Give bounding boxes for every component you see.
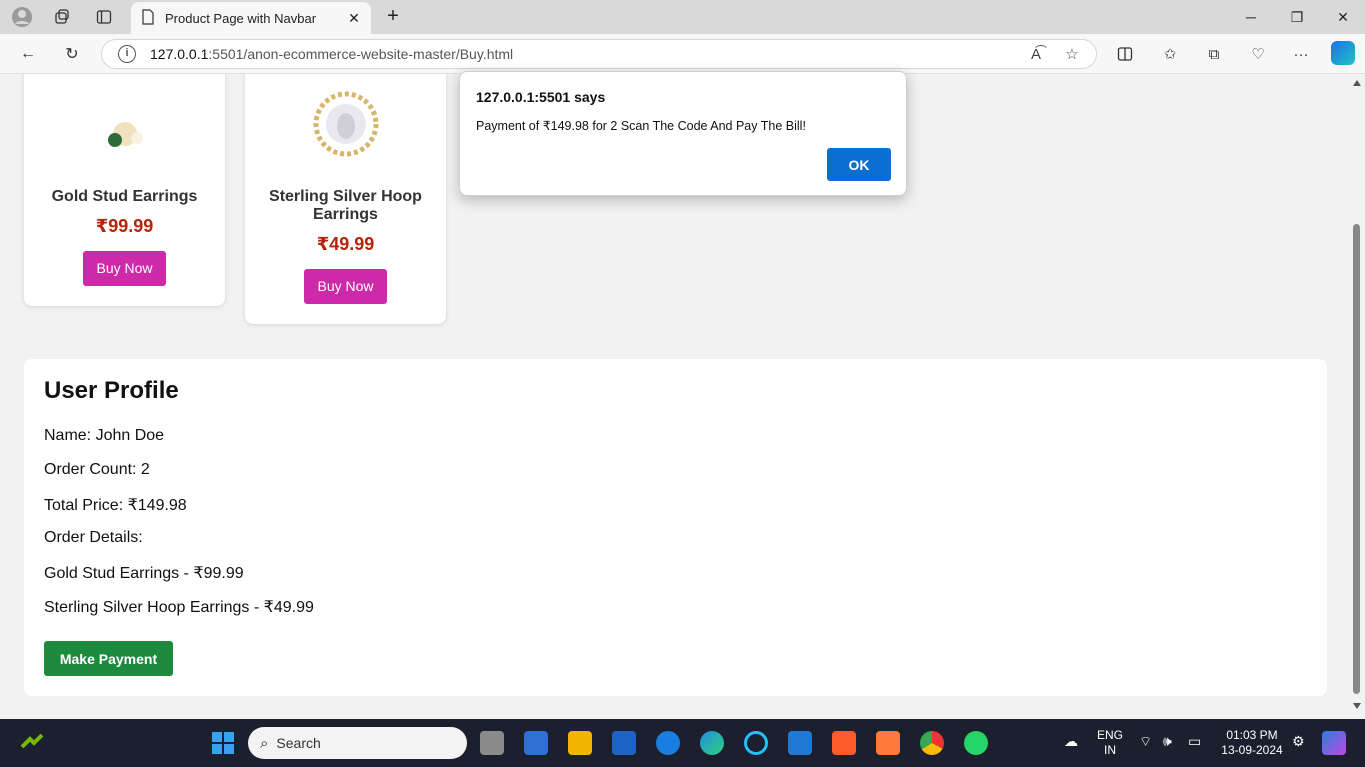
order-item: Gold Stud Earrings - ₹99.99 [44, 565, 244, 582]
buy-now-button[interactable]: Buy Now [304, 269, 387, 304]
make-payment-button[interactable]: Make Payment [44, 641, 173, 676]
store-icon[interactable] [524, 731, 548, 755]
page-scrollbar[interactable] [1348, 74, 1365, 719]
browser-tab-bar: Product Page with Navbar ✕ + ─ ❐ ✕ [0, 0, 1365, 34]
order-item: Sterling Silver Hoop Earrings - ₹49.99 [44, 599, 314, 616]
product-card: Gold Stud Earrings ₹99.99 Buy Now [24, 74, 225, 306]
buy-now-button[interactable]: Buy Now [83, 251, 166, 286]
copilot-taskbar-icon[interactable] [1322, 731, 1346, 755]
clock-date: 13-09-2024 [1221, 743, 1283, 757]
alert-dialog: 127.0.0.1:5501 says Payment of ₹149.98 f… [459, 71, 907, 196]
dialog-title: 127.0.0.1:5501 says [476, 89, 606, 105]
onedrive-icon[interactable]: ☁ [1064, 733, 1078, 750]
favorites-icon[interactable]: ✩ [1158, 42, 1182, 66]
scroll-up-icon[interactable] [1353, 80, 1361, 86]
more-options-icon[interactable]: ··· [1289, 42, 1313, 66]
copilot-icon[interactable] [1331, 41, 1355, 65]
product-card: Sterling Silver Hoop Earrings ₹49.99 Buy… [245, 74, 446, 324]
read-aloud-icon[interactable]: A͡ [1024, 46, 1048, 63]
close-tab-icon[interactable]: ✕ [345, 10, 363, 27]
site-info-icon[interactable]: i [118, 45, 136, 63]
browser-toolbar: ← ↻ i 127.0.0.1:5501/anon-ecommerce-webs… [0, 34, 1365, 74]
cortana-icon[interactable] [744, 731, 768, 755]
close-window-icon[interactable]: ✕ [1320, 0, 1365, 34]
user-profile-panel: User Profile Name: John Doe Order Count:… [24, 359, 1327, 696]
order-details-label: Order Details: [44, 529, 143, 546]
myhp-icon[interactable] [612, 731, 636, 755]
scroll-down-icon[interactable] [1353, 703, 1361, 709]
postman-icon[interactable] [876, 731, 900, 755]
browser-essentials-icon[interactable]: ♡ [1246, 42, 1270, 66]
clock[interactable]: 01:03 PM 13-09-2024 [1218, 719, 1286, 767]
chrome-icon[interactable] [920, 731, 944, 755]
scroll-thumb[interactable] [1353, 224, 1360, 694]
battery-icon[interactable]: ▭ [1188, 733, 1201, 750]
product-image [24, 74, 225, 164]
edge-icon[interactable] [700, 731, 724, 755]
active-tab[interactable]: Product Page with Navbar ✕ [131, 2, 371, 34]
profile-title: User Profile [44, 377, 179, 404]
workspaces-icon[interactable] [51, 6, 73, 28]
page-icon [141, 8, 155, 28]
product-name: Sterling Silver Hoop Earrings [269, 188, 422, 223]
address-bar[interactable]: i 127.0.0.1:5501/anon-ecommerce-website-… [101, 39, 1097, 69]
windows-taskbar: ⌕ Search ☁ ENG IN ⌔ 🕪 ▭ 01:03 PM 13-09-2… [0, 719, 1365, 767]
product-price: ₹49.99 [316, 234, 375, 254]
wifi-icon[interactable]: ⌔ [1139, 733, 1152, 751]
volume-icon[interactable]: 🕪 [1163, 733, 1172, 750]
url-text[interactable]: 127.0.0.1:5501/anon-ecommerce-website-ma… [150, 46, 1024, 62]
start-icon[interactable] [211, 731, 235, 755]
task-view-icon[interactable] [480, 731, 504, 755]
vscode-icon[interactable] [788, 731, 812, 755]
minimize-icon[interactable]: ─ [1228, 0, 1274, 34]
restore-icon[interactable]: ❐ [1274, 0, 1320, 34]
profile-icon[interactable] [11, 6, 33, 28]
ok-button[interactable]: OK [827, 148, 891, 181]
search-placeholder: Search [276, 735, 321, 751]
order-count: Order Count: 2 [44, 461, 150, 478]
language-indicator[interactable]: ENG IN [1096, 719, 1124, 767]
file-explorer-icon[interactable] [568, 731, 592, 755]
collections-icon[interactable]: ⧉ [1202, 42, 1226, 66]
settings-icon[interactable]: ⚙ [1292, 733, 1305, 750]
brave-icon[interactable] [832, 731, 856, 755]
total-price: Total Price: ₹149.98 [44, 497, 187, 514]
dialog-message: Payment of ₹149.98 for 2 Scan The Code A… [476, 119, 806, 133]
clock-time: 01:03 PM [1226, 728, 1278, 742]
product-price: ₹99.99 [95, 216, 154, 236]
refresh-icon[interactable]: ↻ [60, 42, 84, 66]
split-screen-icon[interactable] [1113, 42, 1137, 66]
search-icon: ⌕ [260, 734, 269, 752]
tab-title: Product Page with Navbar [165, 10, 317, 26]
product-name: Gold Stud Earrings [51, 188, 198, 205]
favorite-star-icon[interactable]: ☆ [1060, 45, 1084, 63]
new-tab-icon[interactable]: + [382, 6, 404, 28]
product-image [245, 74, 446, 164]
nvidia-icon[interactable] [20, 733, 44, 753]
profile-name: Name: John Doe [44, 427, 165, 444]
back-icon[interactable]: ← [16, 42, 40, 66]
vertical-tabs-icon[interactable] [93, 6, 115, 28]
help-icon[interactable] [656, 731, 680, 755]
taskbar-search[interactable]: ⌕ Search [248, 727, 467, 759]
whatsapp-icon[interactable] [964, 731, 988, 755]
